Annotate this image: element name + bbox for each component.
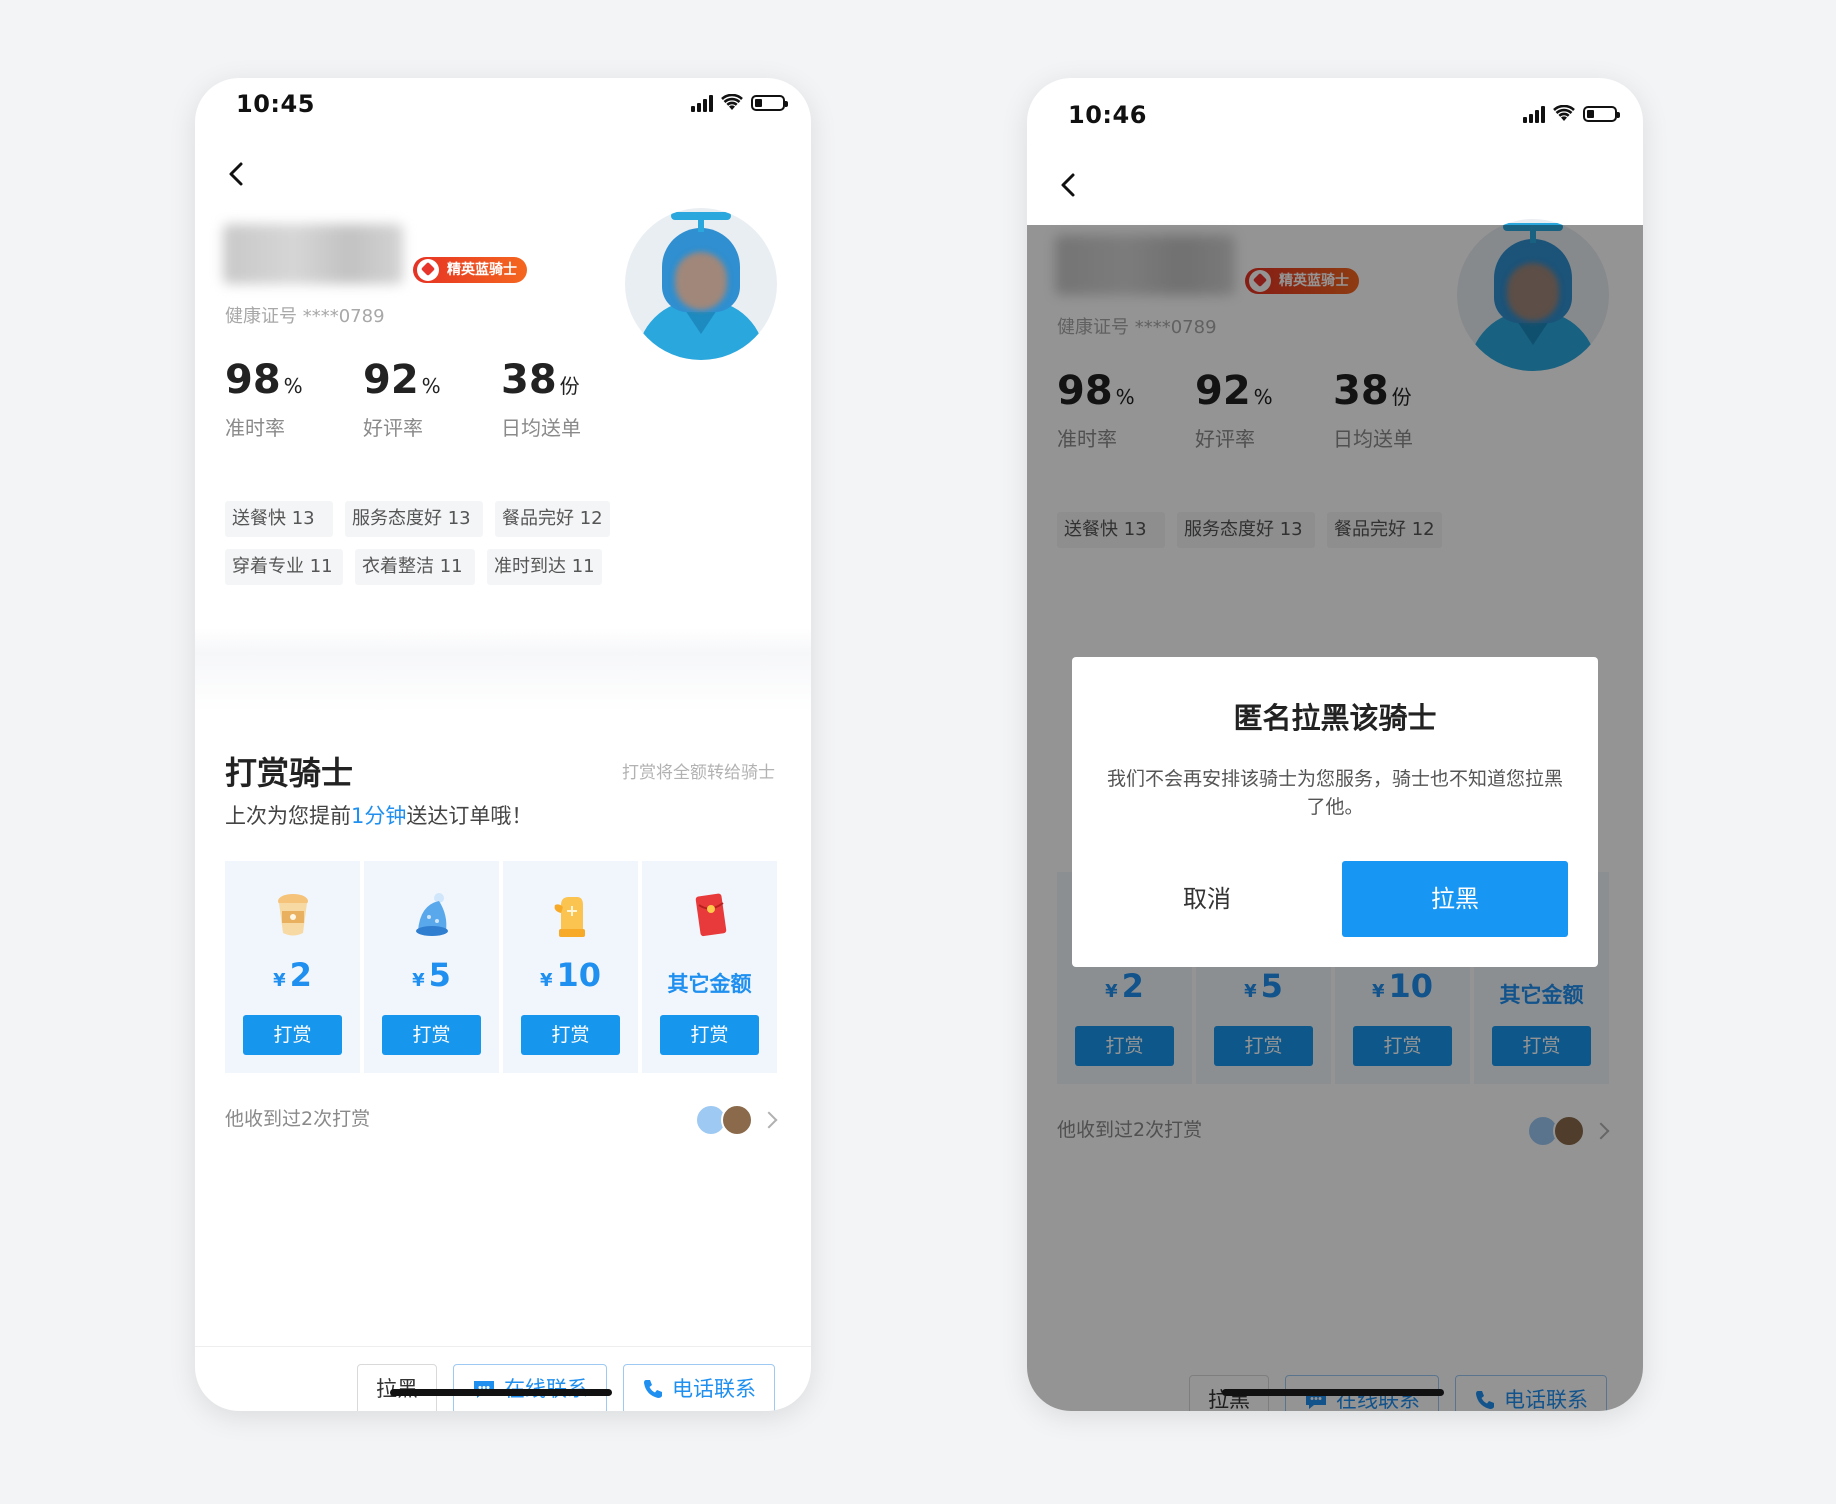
review-tags: 送餐快 13 服务态度好 13 餐品完好 12 穿着专业 11 衣着整洁 11 …	[225, 501, 685, 585]
tip-card-10[interactable]: ¥10 打赏	[503, 861, 638, 1073]
status-icons	[691, 94, 788, 112]
hat-icon	[415, 893, 448, 936]
bottom-actions: 拉黑 在线联系 电话联系	[357, 1364, 775, 1411]
phone-icon	[644, 1380, 662, 1398]
early-minutes: 1分钟	[351, 804, 407, 828]
tip-note: 打赏将全额转给骑士	[622, 763, 775, 783]
dialog-title: 匿名拉黑该骑士	[1233, 701, 1437, 735]
stat-label: 日均送单	[501, 416, 581, 440]
status-time: 10:45	[236, 90, 315, 118]
stat-label: 准时率	[225, 416, 285, 440]
tip-button[interactable]: 打赏	[382, 1015, 481, 1055]
stat-good-rating: 92% 好评率	[363, 356, 501, 441]
canvas: 10:45 精英蓝骑士 健康证号 ****0789 98% 准时率 92 % 好…	[0, 0, 1836, 1504]
tip-cards: ¥2 打赏 ¥5 打赏 ¥10 打赏 其它金额 打赏	[225, 861, 777, 1073]
section-divider	[195, 628, 811, 712]
phone-rider-profile: 10:45 精英蓝骑士 健康证号 ****0789 98% 准时率 92 % 好…	[195, 78, 811, 1411]
block-confirm-dialog: 匿名拉黑该骑士 我们不会再安排该骑士为您服务，骑士也不知道您拉黑了他。 取消 拉…	[1072, 657, 1598, 967]
status-icons	[1523, 105, 1620, 123]
tip-amount: ¥10	[539, 956, 602, 994]
status-time: 10:46	[1068, 101, 1147, 129]
chat-button[interactable]: 在线联系	[453, 1364, 607, 1411]
red-envelope-icon	[695, 893, 726, 937]
stat-unit: 份	[559, 374, 580, 398]
back-arrow-icon[interactable]	[1051, 167, 1087, 203]
stat-daily-orders: 38 份 日均送单	[501, 356, 639, 441]
tip-card-5[interactable]: ¥5 打赏	[364, 861, 499, 1073]
received-tips-text: 他收到过2次打赏	[225, 1108, 371, 1130]
tip-subtitle: 上次为您提前1分钟送达订单哦！	[225, 804, 533, 828]
stat-unit: %	[421, 374, 441, 398]
tip-amount: ¥5	[412, 956, 451, 994]
stat-label: 好评率	[363, 416, 423, 440]
tip-button[interactable]: 打赏	[243, 1015, 342, 1055]
screen: 10:46 精英蓝骑士 健康证号 ****0789 98% 准时率 92 % 好…	[1027, 89, 1643, 1411]
confirm-block-button[interactable]: 拉黑	[1342, 861, 1568, 937]
tipper-avatars[interactable]	[695, 1104, 778, 1136]
block-button[interactable]: 拉黑	[357, 1364, 437, 1411]
coffee-icon	[277, 894, 308, 936]
avatar	[721, 1104, 753, 1136]
rider-name-blurred	[223, 224, 403, 284]
bottom-divider	[195, 1346, 811, 1347]
stat-value: 98	[225, 357, 281, 403]
review-tag: 准时到达 11	[487, 549, 602, 585]
home-indicator	[1222, 1389, 1444, 1396]
glove-icon	[554, 897, 585, 937]
stat-value: 92	[363, 357, 419, 403]
health-cert-number: 健康证号 ****0789	[225, 306, 385, 327]
call-button[interactable]: 电话联系	[623, 1364, 775, 1411]
review-tag: 穿着专业 11	[225, 549, 343, 585]
status-bar: 10:46	[1027, 89, 1643, 139]
cancel-button[interactable]: 取消	[1102, 861, 1312, 937]
rider-avatar	[625, 208, 777, 360]
signal-icon	[691, 94, 713, 112]
tip-card-2[interactable]: ¥2 打赏	[225, 861, 360, 1073]
review-tag: 送餐快 13	[225, 501, 333, 537]
signal-icon	[1523, 105, 1545, 123]
tip-button[interactable]: 打赏	[660, 1015, 759, 1055]
review-tag: 服务态度好 13	[345, 501, 483, 537]
diamond-icon	[417, 259, 439, 281]
tip-button[interactable]: 打赏	[521, 1015, 620, 1055]
phone-block-dialog: 10:46 精英蓝骑士 健康证号 ****0789 98% 准时率 92 % 好…	[1027, 78, 1643, 1411]
status-bar: 10:45	[195, 78, 811, 128]
tip-section-title: 打赏骑士	[225, 754, 354, 792]
wifi-icon	[721, 94, 743, 110]
review-tag: 餐品完好 12	[495, 501, 610, 537]
battery-icon	[751, 95, 788, 111]
dialog-message: 我们不会再安排该骑士为您服务，骑士也不知道您拉黑了他。	[1106, 768, 1563, 818]
home-indicator	[390, 1389, 612, 1396]
tip-amount-other: 其它金额	[667, 972, 752, 996]
stat-ontime: 98% 准时率	[225, 356, 363, 441]
elite-rider-badge: 精英蓝骑士	[413, 257, 527, 283]
stat-value: 38	[501, 357, 557, 403]
wifi-icon	[1553, 105, 1575, 121]
chevron-right-icon	[760, 1111, 778, 1129]
battery-icon	[1583, 106, 1620, 122]
tip-card-other[interactable]: 其它金额 打赏	[642, 861, 777, 1073]
stats-row: 98% 准时率 92% 好评率 38 份 日均送单	[225, 356, 639, 441]
stat-unit: %	[283, 374, 303, 398]
screen: 10:45 精英蓝骑士 健康证号 ****0789 98% 准时率 92 % 好…	[195, 78, 811, 1411]
back-arrow-icon[interactable]	[219, 156, 255, 192]
review-tag: 衣着整洁 11	[355, 549, 475, 585]
tip-amount: ¥2	[273, 956, 312, 994]
